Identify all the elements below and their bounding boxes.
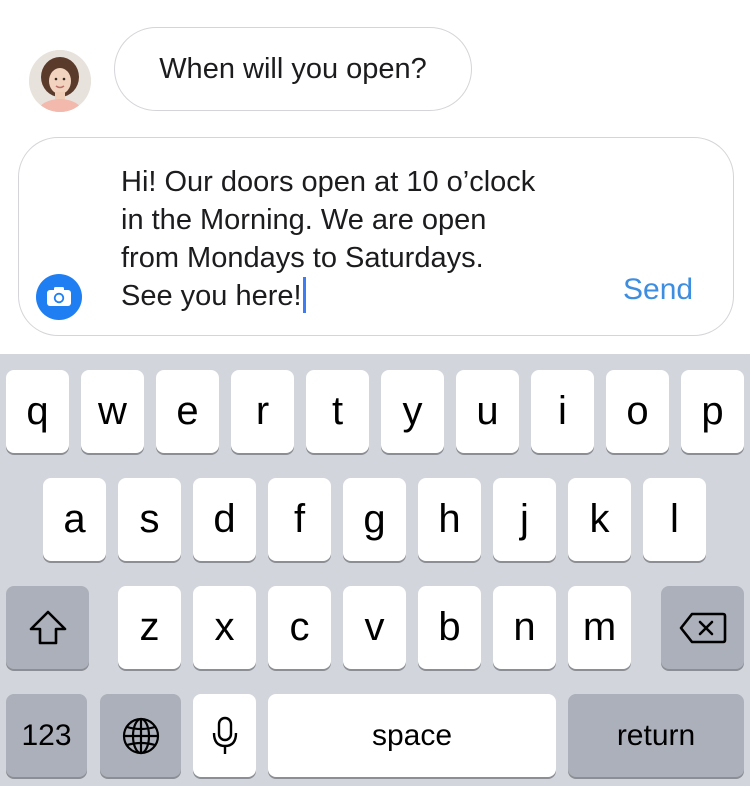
key-w[interactable]: w [81, 370, 144, 453]
return-key[interactable]: return [568, 694, 744, 777]
key-label: c [289, 605, 310, 649]
avatar-photo [29, 50, 91, 112]
key-m[interactable]: m [568, 586, 631, 669]
key-label: q [26, 389, 49, 433]
key-v[interactable]: v [343, 586, 406, 669]
key-e[interactable]: e [156, 370, 219, 453]
key-label: x [214, 605, 235, 649]
key-label: space [371, 718, 453, 752]
key-c[interactable]: c [268, 586, 331, 669]
key-n[interactable]: n [493, 586, 556, 669]
key-h[interactable]: h [418, 478, 481, 561]
shift-icon [29, 610, 66, 644]
globe-icon [122, 717, 159, 754]
key-label: t [331, 389, 344, 433]
key-label: i [558, 389, 567, 433]
incoming-message-bubble: When will you open? [114, 27, 472, 111]
key-label: return [616, 718, 696, 752]
key-b[interactable]: b [418, 586, 481, 669]
key-q[interactable]: q [6, 370, 69, 453]
key-label: l [670, 497, 679, 541]
key-label: s [139, 497, 160, 541]
key-d[interactable]: d [193, 478, 256, 561]
key-a[interactable]: a [43, 478, 106, 561]
key-t[interactable]: t [306, 370, 369, 453]
key-k[interactable]: k [568, 478, 631, 561]
backspace-icon [679, 612, 726, 643]
key-label: f [293, 497, 306, 541]
key-label: h [438, 497, 461, 541]
incoming-message-text: When will you open? [159, 52, 427, 85]
keyboard: q w e r t y u i o p a s d f g h j k l z … [0, 354, 750, 786]
numbers-key[interactable]: 123 [6, 694, 87, 777]
space-key[interactable]: space [268, 694, 556, 777]
key-label: d [213, 497, 236, 541]
key-label: r [255, 389, 270, 433]
send-button[interactable]: Send [623, 273, 693, 307]
key-label: p [701, 389, 724, 433]
key-s[interactable]: s [118, 478, 181, 561]
key-r[interactable]: r [231, 370, 294, 453]
message-input[interactable]: Hi! Our doors open at 10 o’clock in the … [121, 163, 541, 315]
shift-key[interactable] [6, 586, 89, 669]
key-label: n [513, 605, 536, 649]
key-j[interactable]: j [493, 478, 556, 561]
key-label: j [520, 497, 529, 541]
key-label: m [582, 605, 617, 649]
key-p[interactable]: p [681, 370, 744, 453]
key-label: a [63, 497, 86, 541]
key-label: u [476, 389, 499, 433]
key-label: w [98, 389, 127, 433]
globe-key[interactable] [100, 694, 181, 777]
key-label: 123 [21, 718, 72, 752]
camera-icon [47, 287, 71, 306]
key-label: g [363, 497, 386, 541]
key-f[interactable]: f [268, 478, 331, 561]
key-z[interactable]: z [118, 586, 181, 669]
key-label: k [589, 497, 610, 541]
text-caret [302, 277, 306, 313]
key-g[interactable]: g [343, 478, 406, 561]
microphone-icon [212, 716, 237, 754]
avatar[interactable] [29, 50, 91, 112]
microphone-key[interactable] [193, 694, 256, 777]
key-l[interactable]: l [643, 478, 706, 561]
key-y[interactable]: y [381, 370, 444, 453]
backspace-key[interactable] [661, 586, 744, 669]
camera-button[interactable] [36, 274, 82, 320]
key-label: v [364, 605, 385, 649]
message-composer[interactable]: Hi! Our doors open at 10 o’clock in the … [18, 137, 734, 336]
message-input-text: Hi! Our doors open at 10 o’clock in the … [121, 166, 536, 312]
key-u[interactable]: u [456, 370, 519, 453]
key-label: y [402, 389, 423, 433]
key-label: b [438, 605, 461, 649]
key-o[interactable]: o [606, 370, 669, 453]
key-x[interactable]: x [193, 586, 256, 669]
key-label: e [176, 389, 199, 433]
chat-area: When will you open? Hi! Our doors open a… [0, 0, 750, 354]
key-label: o [626, 389, 649, 433]
key-i[interactable]: i [531, 370, 594, 453]
key-label: z [139, 605, 160, 649]
